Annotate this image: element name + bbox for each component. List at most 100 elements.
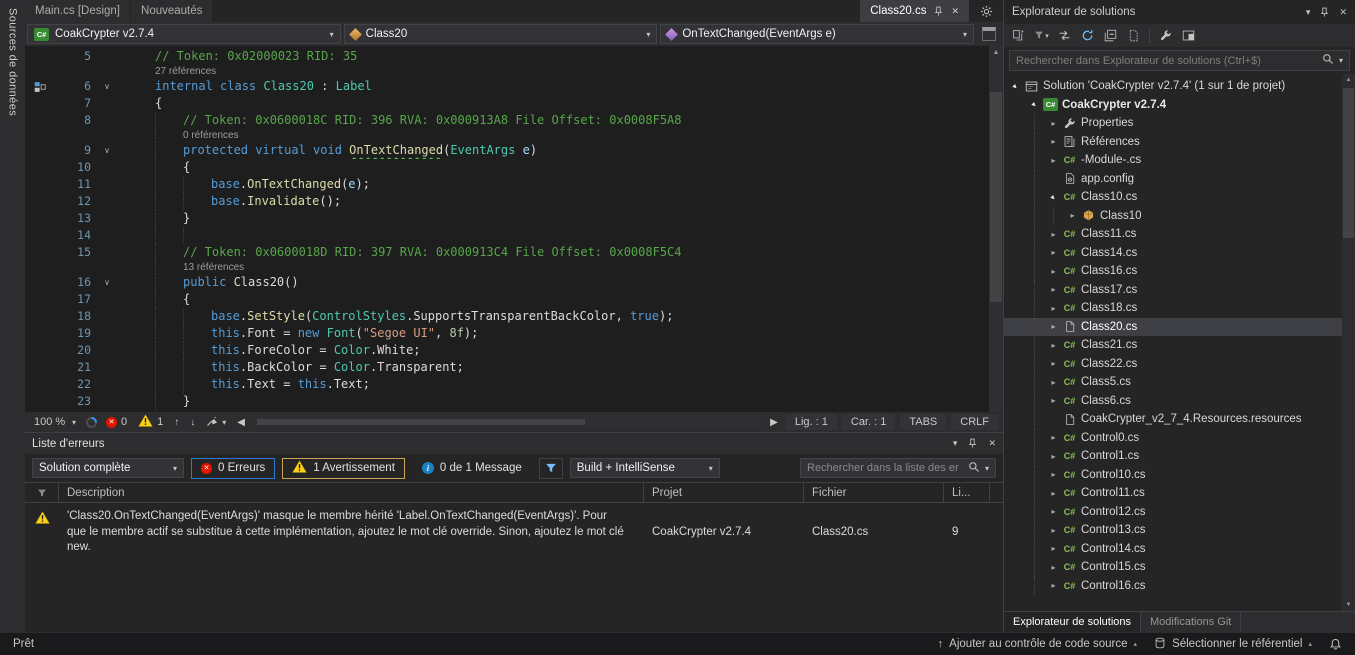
errors-filter-button[interactable]: ✕ 0 Erreurs xyxy=(191,458,275,479)
expand-arrow-icon[interactable]: ▸ xyxy=(1046,359,1061,368)
window-position-icon[interactable]: ▾ xyxy=(953,438,958,449)
pin-icon[interactable] xyxy=(1319,7,1330,18)
warnings-filter-button[interactable]: 1 Avertissement xyxy=(282,458,405,479)
expand-arrow-icon[interactable]: ▸ xyxy=(1046,248,1061,257)
search-icon[interactable] xyxy=(1322,53,1334,68)
close-icon[interactable]: ✕ xyxy=(988,438,996,449)
settings-gear-icon[interactable] xyxy=(970,0,1003,22)
codelens-references[interactable]: 13 références xyxy=(183,262,244,273)
column-description[interactable]: Description xyxy=(59,483,644,502)
expand-arrow-icon[interactable]: ▸ xyxy=(1046,378,1061,387)
tree-item-class10[interactable]: ▸Class10 xyxy=(1004,207,1355,226)
expand-arrow-icon[interactable]: ▸ xyxy=(1046,396,1061,405)
eol-indicator[interactable]: CRLF xyxy=(951,414,998,430)
refresh-icon[interactable] xyxy=(1077,26,1098,46)
fold-collapse-icon[interactable]: ∨ xyxy=(97,78,117,95)
add-to-source-control-button[interactable]: ↑ Ajouter au contrôle de code source ▴ xyxy=(938,638,1137,650)
tree-item-control0-cs[interactable]: ▸C#Control0.cs xyxy=(1004,429,1355,448)
tree-item-control12-cs[interactable]: ▸C#Control12.cs xyxy=(1004,503,1355,522)
expand-arrow-icon[interactable]: ▸ xyxy=(1046,304,1061,313)
error-list-row[interactable]: 'Class20.OnTextChanged(EventArgs)' masqu… xyxy=(25,503,1003,556)
fold-collapse-icon[interactable]: ∨ xyxy=(97,142,117,159)
tree-item-class11-cs[interactable]: ▸C#Class11.cs xyxy=(1004,225,1355,244)
tree-item-class22-cs[interactable]: ▸C#Class22.cs xyxy=(1004,355,1355,374)
solution-search-input[interactable]: Rechercher dans Explorateur de solutions… xyxy=(1009,50,1350,71)
expand-arrow-icon[interactable]: ▸ xyxy=(1046,489,1061,498)
project-dropdown[interactable]: C# CoakCrypter v2.7.4 ▾ xyxy=(27,24,341,44)
tree-item-control15-cs[interactable]: ▸C#Control15.cs xyxy=(1004,558,1355,577)
tree-item-control16-cs[interactable]: ▸C#Control16.cs xyxy=(1004,577,1355,596)
tab-git-changes[interactable]: Modifications Git xyxy=(1141,612,1241,632)
tree-item-r-f-rences[interactable]: ▸Références xyxy=(1004,133,1355,152)
scrollbar-thumb[interactable] xyxy=(990,92,1002,302)
scroll-left-icon[interactable]: ◀ xyxy=(234,417,248,428)
scrollbar-thumb[interactable] xyxy=(257,419,585,425)
error-count[interactable]: ✕ 0 xyxy=(103,416,130,428)
tabs-indicator[interactable]: TABS xyxy=(900,414,946,430)
scroll-up-icon[interactable]: ▲ xyxy=(1342,74,1355,86)
show-all-files-icon[interactable] xyxy=(1123,26,1144,46)
expand-arrow-icon[interactable]: ▸ xyxy=(1046,137,1061,146)
expand-arrow-icon[interactable]: ▸ xyxy=(1046,267,1061,276)
scroll-up-icon[interactable]: ▲ xyxy=(989,46,1003,59)
tree-item-class16-cs[interactable]: ▸C#Class16.cs xyxy=(1004,262,1355,281)
column-project[interactable]: Projet xyxy=(644,483,804,502)
expand-arrow-icon[interactable]: ▸ xyxy=(1046,452,1061,461)
data-sources-side-tab[interactable]: Sources de données xyxy=(7,4,19,120)
filter-icon[interactable]: ▾ xyxy=(1031,26,1052,46)
expand-arrow-icon[interactable]: ▸ xyxy=(1046,563,1061,572)
tree-item-control13-cs[interactable]: ▸C#Control13.cs xyxy=(1004,521,1355,540)
expand-arrow-icon[interactable]: ▸ xyxy=(1046,544,1061,553)
expand-arrow-icon[interactable]: ▸ xyxy=(1046,119,1061,128)
code-editor[interactable]: 5// Token: 0x02000023 RID: 3527 référenc… xyxy=(25,46,1003,412)
column-line[interactable]: Li... xyxy=(944,483,990,502)
select-repository-button[interactable]: Sélectionner le référentiel ▴ xyxy=(1154,637,1312,652)
error-list-search-input[interactable]: Rechercher dans la liste des er ▾ xyxy=(800,458,996,478)
sync-with-active-document-icon[interactable] xyxy=(1054,26,1075,46)
properties-icon[interactable] xyxy=(1155,26,1176,46)
tab-class20-cs[interactable]: Class20.cs ✕ xyxy=(860,0,969,22)
collapse-all-icon[interactable] xyxy=(1100,26,1121,46)
collapse-arrow-icon[interactable]: ▸ xyxy=(1007,78,1024,95)
source-dropdown[interactable]: Build + IntelliSense ▾ xyxy=(570,458,720,478)
tree-item-control1-cs[interactable]: ▸C#Control1.cs xyxy=(1004,447,1355,466)
tree-item-class5-cs[interactable]: ▸C#Class5.cs xyxy=(1004,373,1355,392)
scope-dropdown[interactable]: Solution complète ▾ xyxy=(32,458,184,478)
expand-arrow-icon[interactable]: ▸ xyxy=(1046,433,1061,442)
pin-icon[interactable] xyxy=(933,6,944,17)
previous-issue-icon[interactable]: ↑ xyxy=(171,417,182,428)
search-icon[interactable] xyxy=(968,461,980,476)
tree-item-control11-cs[interactable]: ▸C#Control11.cs xyxy=(1004,484,1355,503)
expand-arrow-icon[interactable]: ▸ xyxy=(1046,507,1061,516)
tree-item-solution-coakcrypter-v2-7-4-1-sur-1-de-projet[interactable]: ▸Solution 'CoakCrypter v2.7.4' (1 sur 1 … xyxy=(1004,77,1355,96)
tab-main-cs-design[interactable]: Main.cs [Design] xyxy=(25,0,130,22)
codelens-references[interactable]: 27 références xyxy=(155,66,216,77)
expand-arrow-icon[interactable]: ▸ xyxy=(1065,211,1080,220)
expand-arrow-icon[interactable]: ▸ xyxy=(1046,230,1061,239)
tree-item-class21-cs[interactable]: ▸C#Class21.cs xyxy=(1004,336,1355,355)
tab-solution-explorer[interactable]: Explorateur de solutions xyxy=(1004,612,1141,632)
expand-arrow-icon[interactable]: ▸ xyxy=(1046,526,1061,535)
tree-item-control14-cs[interactable]: ▸C#Control14.cs xyxy=(1004,540,1355,559)
split-window-icon[interactable] xyxy=(982,27,996,41)
fold-collapse-icon[interactable]: ∨ xyxy=(97,274,117,291)
tree-item-class20-cs[interactable]: ▸Class20.cs xyxy=(1004,318,1355,337)
tree-item-class10-cs[interactable]: ▸C#Class10.cs xyxy=(1004,188,1355,207)
expand-arrow-icon[interactable]: ▸ xyxy=(1046,156,1061,165)
filter-icon[interactable] xyxy=(539,458,563,479)
tab-nouveautes[interactable]: Nouveautés xyxy=(131,0,212,22)
tree-item-control10-cs[interactable]: ▸C#Control10.cs xyxy=(1004,466,1355,485)
tree-item-module-cs[interactable]: ▸C#-Module-.cs xyxy=(1004,151,1355,170)
type-dropdown[interactable]: Class20 ▾ xyxy=(344,24,658,44)
codelens-references[interactable]: 0 références xyxy=(183,130,239,141)
zoom-select[interactable]: 100 % ▾ xyxy=(30,413,80,431)
column-file[interactable]: Fichier xyxy=(804,483,944,502)
code-cleanup-button[interactable]: ▾ xyxy=(203,414,229,430)
expand-arrow-icon[interactable]: ▸ xyxy=(1046,470,1061,479)
window-position-icon[interactable]: ▾ xyxy=(1306,7,1311,18)
close-icon[interactable]: ✕ xyxy=(1339,7,1347,18)
notifications-bell-icon[interactable] xyxy=(1329,638,1342,651)
tree-item-class6-cs[interactable]: ▸C#Class6.cs xyxy=(1004,392,1355,411)
tree-item-class18-cs[interactable]: ▸C#Class18.cs xyxy=(1004,299,1355,318)
collapse-arrow-icon[interactable]: ▸ xyxy=(1026,96,1043,113)
